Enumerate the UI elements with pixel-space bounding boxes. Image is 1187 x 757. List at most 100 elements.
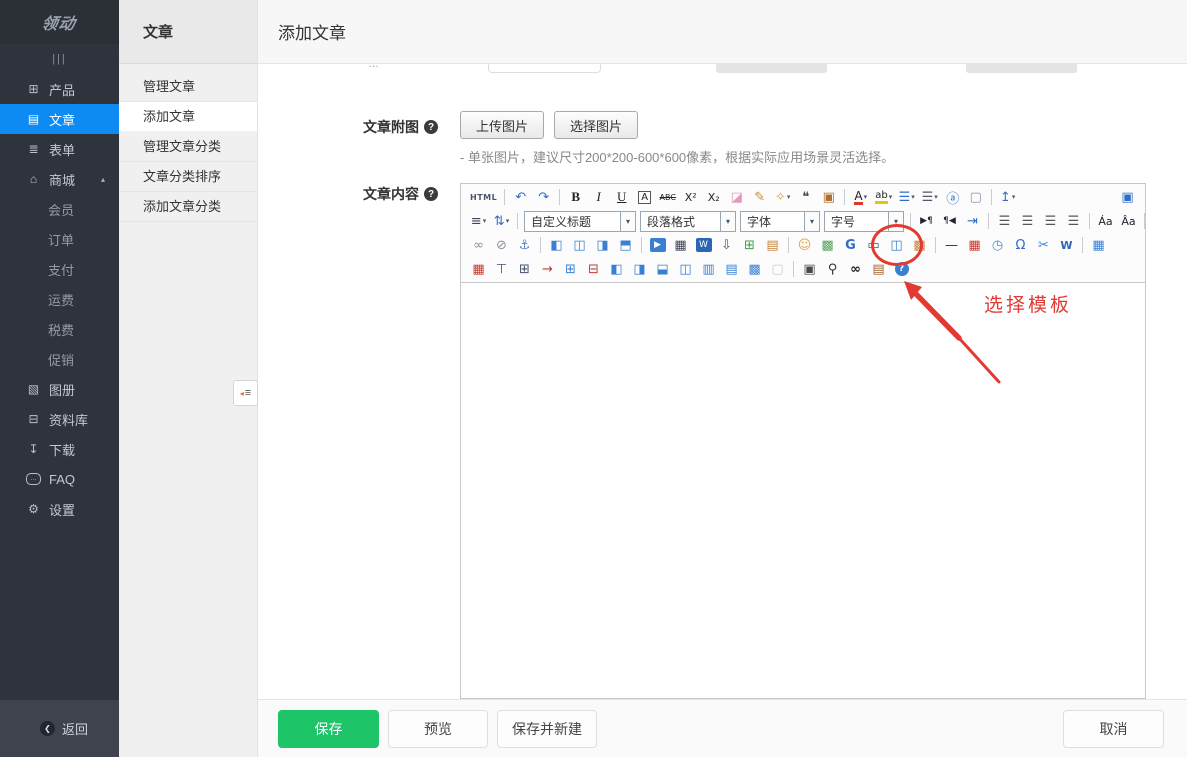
save-button[interactable]: 保存 [278,710,379,748]
submenu-item-sort-categories[interactable]: 文章分类排序 [119,162,257,192]
font-size-dropdown[interactable]: 字号▾ [824,211,904,232]
submenu-item-manage-categories[interactable]: 管理文章分类 [119,132,257,162]
map-icon[interactable]: ▩ [817,235,838,256]
align-justify-icon[interactable]: ☰ [1063,211,1084,232]
remove-format-icon[interactable]: ◪ [726,187,747,208]
underline-icon[interactable]: U [611,187,632,208]
italic-icon[interactable]: I [588,187,609,208]
ltr-icon[interactable]: ▶¶ [916,211,937,232]
emoji-icon[interactable]: ☺ [794,235,815,256]
clipped-input[interactable] [488,64,601,73]
insert-table-icon[interactable]: ▦ [1088,235,1109,256]
find-replace-icon[interactable]: ∞ [845,259,866,280]
back-button[interactable]: ❮ 返回 [0,700,119,757]
submenu-item-add-category[interactable]: 添加文章分类 [119,192,257,222]
insert-col-icon[interactable]: ⊞ [560,259,581,280]
video-icon[interactable]: ▶ [647,235,668,256]
word-image-icon[interactable]: W [693,235,714,256]
screenshot-icon[interactable]: ⇩ [716,235,737,256]
sidebar-item-products[interactable]: ⊞产品 [0,74,119,104]
rtl-icon[interactable]: ¶◀ [939,211,960,232]
paste-plain-icon[interactable]: ▣ [818,187,839,208]
merge-right-icon[interactable]: ◨ [629,259,650,280]
paragraph-format-dropdown[interactable]: 段落格式▾ [640,211,736,232]
new-doc-icon[interactable]: ▢ [965,187,986,208]
font-color-icon[interactable]: A▾ [850,187,871,208]
char-border-icon[interactable]: A [634,187,655,208]
submenu-item-add-article[interactable]: 添加文章 [119,102,257,132]
to-uppercase-icon[interactable]: Áa [1095,211,1116,232]
delete-col-icon[interactable]: ⊟ [583,259,604,280]
img-inline-icon[interactable]: ⬒ [615,235,636,256]
insert-header-row-icon[interactable]: ⊞ [514,259,535,280]
link-icon[interactable]: ∞ [468,235,489,256]
print-icon[interactable]: ▣ [799,259,820,280]
choose-image-button[interactable]: 选择图片 [554,111,638,139]
vertical-align-icon[interactable]: ↥▾ [997,187,1018,208]
table-title-icon[interactable]: ⊤ [491,259,512,280]
paste-board-icon[interactable]: ▤ [868,259,889,280]
sidebar-item-library[interactable]: ⊟资料库 [0,404,119,434]
align-right-icon[interactable]: ☰ [1040,211,1061,232]
sidebar-item-mall[interactable]: ⌂商城▴ [0,164,119,194]
sidebar-item-faq[interactable]: …FAQ [0,464,119,494]
unlink-icon[interactable]: ⊘ [491,235,512,256]
page-break-icon[interactable]: ▢ [767,259,788,280]
source-code-icon[interactable]: HTML [468,187,499,208]
panel-collapse-button[interactable]: ◂ ≡ [233,380,258,406]
submenu-item-manage-articles[interactable]: 管理文章 [119,72,257,102]
img-float-right-icon[interactable]: ◨ [592,235,613,256]
to-lowercase-icon[interactable]: Âa [1118,211,1139,232]
menu-collapse-icon[interactable]: ||| [0,44,119,74]
line-height-icon[interactable]: ≡▾ [468,211,489,232]
ordered-list-icon[interactable]: ☰▾ [896,187,917,208]
align-center-icon[interactable]: ☰ [1017,211,1038,232]
sidebar-item-forms[interactable]: ≣表单 [0,134,119,164]
fullscreen-icon[interactable]: ▣ [1117,187,1138,208]
strikethrough-icon[interactable]: ABC [657,187,678,208]
clipped-button[interactable] [716,64,827,73]
sidebar-item-promotion[interactable]: 促销 [0,344,119,374]
date-icon[interactable]: ▦ [964,235,985,256]
format-brush-icon[interactable]: ✎ [749,187,770,208]
auto-link-icon[interactable]: ⓐ [942,187,963,208]
media-icon[interactable]: ▦ [670,235,691,256]
sidebar-item-tax[interactable]: 税费 [0,314,119,344]
img-float-left-icon[interactable]: ◧ [546,235,567,256]
scene-icon[interactable]: ▩ [909,235,930,256]
screen-clip-icon[interactable]: ✂ [1033,235,1054,256]
img-center-icon[interactable]: ◫ [569,235,590,256]
google-map-icon[interactable]: G [840,235,861,256]
editor-body[interactable] [461,283,1145,698]
anchor-icon[interactable]: ⚓ [514,235,535,256]
delete-table-icon[interactable]: ▦ [468,259,489,280]
preview-search-icon[interactable]: ⚲ [822,259,843,280]
sidebar-item-settings[interactable]: ⚙设置 [0,494,119,524]
auto-typeset-icon[interactable]: ✧▾ [772,187,793,208]
indent-icon[interactable]: ⇥ [962,211,983,232]
sidebar-item-shipping[interactable]: 运费 [0,284,119,314]
merge-down-icon[interactable]: ⬓ [652,259,673,280]
image-icon[interactable]: ▤ [762,235,783,256]
upload-image-button[interactable]: 上传图片 [460,111,544,139]
sidebar-item-albums[interactable]: ▧图册 [0,374,119,404]
sidebar-item-download[interactable]: ↧下载 [0,434,119,464]
unordered-list-icon[interactable]: ☰▾ [919,187,940,208]
redo-icon[interactable]: ↷ [533,187,554,208]
clipped-button[interactable] [966,64,1077,73]
special-char-icon[interactable]: Ω [1010,235,1031,256]
undo-icon[interactable]: ↶ [510,187,531,208]
cancel-button[interactable]: 取消 [1063,710,1164,748]
help-icon[interactable]: ? [891,259,912,280]
sidebar-item-orders[interactable]: 订单 [0,224,119,254]
delete-row-icon[interactable]: → [537,259,558,280]
attachment-icon[interactable]: ⊞ [739,235,760,256]
split-col-icon[interactable]: ▤ [721,259,742,280]
template-icon[interactable]: ◫ [886,235,907,256]
highlight-icon[interactable]: ab▾ [873,187,894,208]
split-cell-icon[interactable]: ◫ [675,259,696,280]
align-left-icon[interactable]: ☰ [994,211,1015,232]
help-icon[interactable]: ? [424,187,438,201]
para-spacing-icon[interactable]: ⇅▾ [491,211,512,232]
blockquote-icon[interactable]: ❝ [795,187,816,208]
